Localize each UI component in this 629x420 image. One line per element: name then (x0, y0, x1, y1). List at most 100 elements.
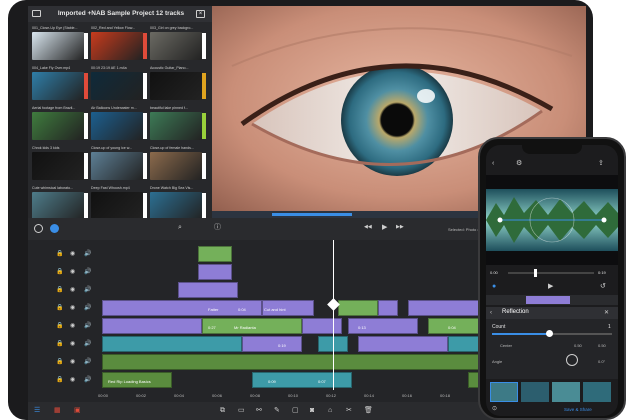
timeline-clip[interactable] (302, 318, 342, 334)
browser-item-thumbnail[interactable] (150, 32, 202, 60)
timeline-clip[interactable] (102, 318, 202, 334)
lock-icon[interactable]: 🔒 (56, 377, 63, 383)
scrubber[interactable]: 0.00 0:19 (486, 267, 618, 279)
timeline-clip[interactable] (378, 300, 398, 316)
lock-icon[interactable]: 🔒 (56, 251, 63, 257)
timeline-clip[interactable] (178, 282, 238, 298)
browser-item-thumbnail[interactable] (91, 112, 143, 140)
settings-icon[interactable]: ⚙ (516, 160, 522, 167)
eye-icon[interactable]: ◉ (70, 251, 75, 257)
save-share-button[interactable]: Save & Share (564, 407, 592, 412)
effect-thumb[interactable] (583, 382, 611, 402)
browser-item-label: Cute whimsical laborato... (32, 186, 74, 190)
timeline-clip[interactable] (198, 246, 232, 262)
info-icon[interactable]: ⓘ (214, 224, 221, 231)
eye-icon[interactable]: ◉ (70, 305, 75, 311)
scrubber-knob[interactable] (534, 269, 537, 277)
trash-icon[interactable]: ✕ (604, 310, 609, 316)
browser-item-thumbnail[interactable] (91, 152, 143, 180)
lock-icon[interactable]: 🔒 (56, 305, 63, 311)
edit-icon[interactable]: ✎ (274, 407, 280, 414)
record-icon[interactable] (50, 224, 59, 233)
checkmark-icon[interactable] (34, 224, 43, 233)
browser-item-thumbnail[interactable] (32, 72, 84, 100)
share-icon[interactable]: ⇪ (598, 160, 604, 167)
effect-thumb[interactable] (490, 382, 518, 402)
folder-icon[interactable] (32, 10, 41, 17)
speaker-icon[interactable]: 🔊 (84, 377, 91, 383)
trim-icon[interactable]: ▭ (238, 407, 245, 414)
param-center-y[interactable]: 0.50 (598, 343, 606, 348)
eye-icon[interactable]: ◉ (70, 323, 75, 329)
selected-clip[interactable] (526, 296, 570, 304)
search-icon[interactable]: ⌕ (178, 224, 182, 231)
lock-icon[interactable]: 🔒 (56, 359, 63, 365)
browser-item-thumbnail[interactable] (91, 32, 143, 60)
timeline-clip[interactable] (242, 336, 302, 352)
camera-icon[interactable]: ◙ (310, 407, 314, 414)
timeline-clip[interactable] (198, 264, 232, 280)
eye-icon[interactable]: ◉ (70, 359, 75, 365)
browser-item-thumbnail[interactable] (32, 192, 84, 220)
timeline-clip[interactable] (102, 354, 522, 370)
playhead[interactable] (333, 240, 334, 390)
back-icon[interactable]: ‹ (492, 160, 494, 167)
play-button[interactable]: ▶ (382, 224, 387, 231)
track-control-row: 🔒 ◉ 🔊 (28, 354, 98, 371)
eye-icon[interactable]: ◉ (70, 341, 75, 347)
browser-item-thumbnail[interactable] (150, 192, 202, 220)
eye-icon[interactable]: ◉ (70, 287, 75, 293)
browser-item-thumbnail[interactable] (32, 32, 84, 60)
frame-icon[interactable]: ▢ (292, 407, 299, 414)
lock-icon[interactable]: 🔒 (56, 341, 63, 347)
browser-item-thumbnail[interactable] (32, 152, 84, 180)
browser-item-thumbnail[interactable] (150, 152, 202, 180)
lock-icon[interactable]: 🔒 (56, 269, 63, 275)
count-slider-track[interactable] (492, 330, 612, 337)
eye-icon[interactable]: ◉ (70, 269, 75, 275)
timeline-clip[interactable] (102, 336, 242, 352)
browser-item-thumbnail[interactable] (150, 72, 202, 100)
crop-icon[interactable]: ⧉ (220, 407, 225, 414)
timeline-clip[interactable] (252, 372, 352, 388)
count-slider-knob[interactable] (546, 330, 553, 337)
effect-thumb[interactable] (552, 382, 580, 402)
prev-frame-button[interactable]: ◀◀ (364, 225, 372, 230)
done-icon[interactable]: ⊙ (492, 406, 497, 412)
scissors-icon[interactable]: ✂ (346, 407, 352, 414)
effect-thumb[interactable] (521, 382, 549, 402)
speaker-icon[interactable]: 🔊 (84, 341, 91, 347)
play-icon[interactable]: ▶ (548, 283, 553, 290)
iphone-notch (522, 145, 582, 154)
clip-icon[interactable]: ▦ (54, 407, 61, 414)
link-icon[interactable]: ⚯ (256, 407, 262, 414)
eye-icon[interactable]: ◉ (70, 377, 75, 383)
speaker-icon[interactable]: 🔊 (84, 359, 91, 365)
speaker-icon[interactable]: 🔊 (84, 287, 91, 293)
browser-item-thumbnail[interactable] (91, 72, 143, 100)
browser-item-thumbnail[interactable] (32, 112, 84, 140)
browser-item-badge (84, 33, 88, 59)
record-icon[interactable]: ● (492, 283, 496, 290)
undo-icon[interactable]: ↺ (600, 283, 606, 290)
browser-item-thumbnail[interactable] (91, 192, 143, 220)
speaker-icon[interactable]: 🔊 (84, 323, 91, 329)
tag-icon[interactable]: ⌂ (328, 407, 332, 414)
export-icon[interactable]: ▣ (74, 407, 81, 414)
trash-icon[interactable]: 🗑 (364, 407, 373, 414)
lock-icon[interactable]: 🔒 (56, 287, 63, 293)
param-center-x[interactable]: 0.50 (574, 343, 582, 348)
lock-icon[interactable]: 🔒 (56, 323, 63, 329)
speaker-icon[interactable]: 🔊 (84, 269, 91, 275)
chevron-left-icon[interactable]: ‹ (490, 310, 492, 316)
timeline-clip[interactable] (338, 300, 378, 316)
speaker-icon[interactable]: 🔊 (84, 305, 91, 311)
tracks-icon[interactable]: ☰ (34, 407, 40, 414)
timeline-clip[interactable] (358, 336, 448, 352)
angle-dial[interactable] (566, 354, 578, 366)
param-angle-value[interactable]: 0.0° (598, 359, 605, 364)
close-icon[interactable]: × (196, 10, 205, 18)
speaker-icon[interactable]: 🔊 (84, 251, 91, 257)
browser-item-thumbnail[interactable] (150, 112, 202, 140)
next-frame-button[interactable]: ▶▶ (396, 225, 404, 230)
